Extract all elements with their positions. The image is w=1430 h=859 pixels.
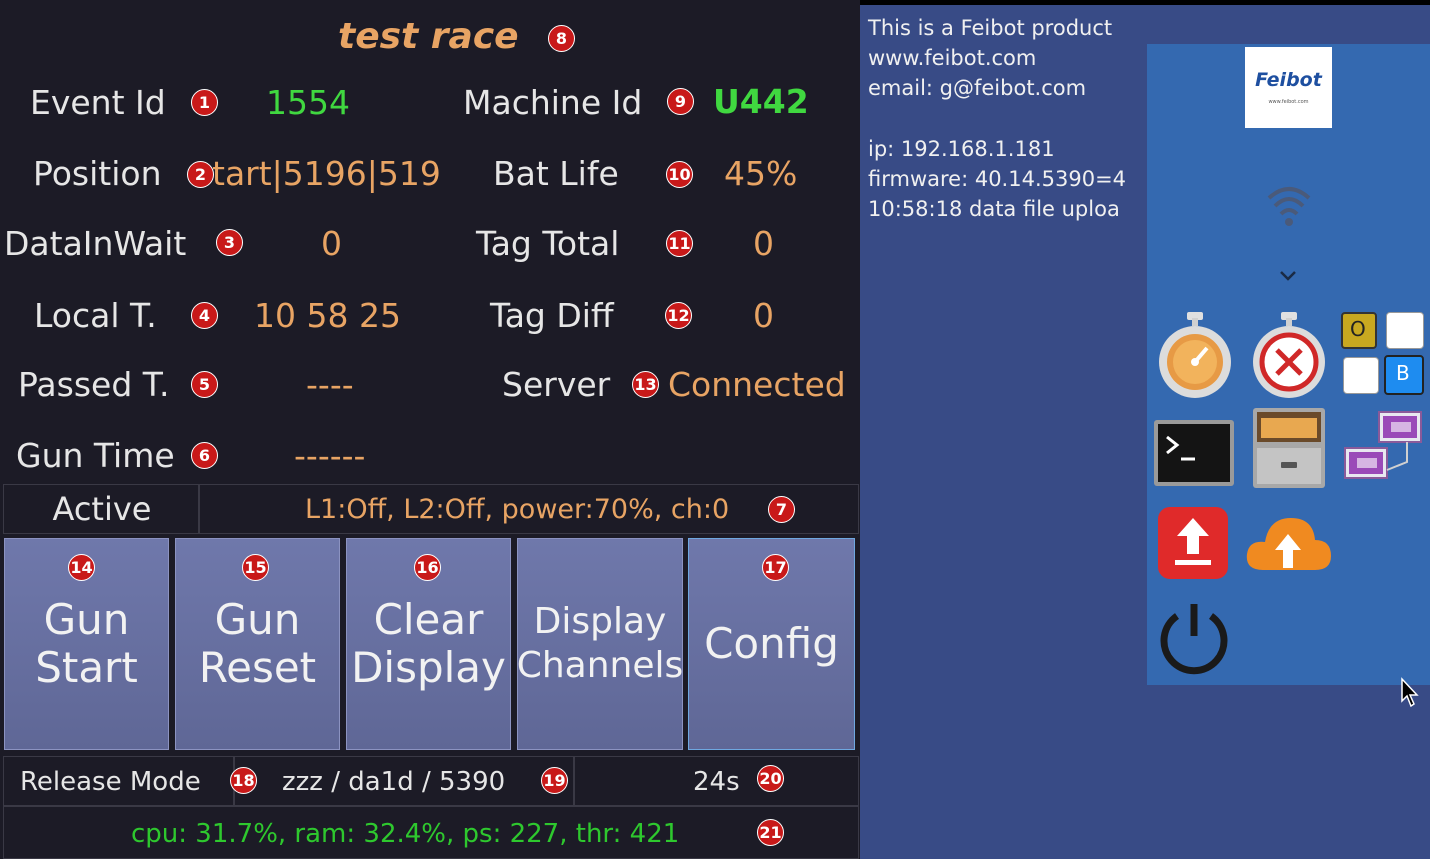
badge-12: 12 [665,302,692,329]
info-line-1: This is a Feibot product [868,16,1113,40]
data-in-wait-value: 0 [321,224,342,263]
info-ip: ip: 192.168.1.181 [868,137,1055,161]
badge-14: 14 [68,554,95,581]
upload-icon[interactable] [1157,506,1229,580]
toggle-blank-2[interactable] [1343,357,1379,394]
badge-21: 21 [757,819,784,846]
feibot-logo: Feibot www.feibot.com [1245,47,1332,128]
tag-total-value: 0 [753,224,774,263]
badge-11: 11 [666,230,693,257]
badge-6: 6 [191,442,218,469]
badge-15: 15 [242,554,269,581]
event-id-value: 1554 [266,83,350,122]
wifi-icon[interactable] [1265,178,1313,234]
reader-status-box: L1:Off, L2:Off, power:70%, ch:0 [199,484,859,534]
gun-reset-line1: Gun [214,595,301,644]
bat-life-value: 45% [724,154,798,193]
toggle-b-button[interactable]: B [1384,355,1424,395]
data-in-wait-label: DataInWait [4,224,187,263]
tag-total-label: Tag Total [476,224,620,263]
badge-1: 1 [191,89,218,116]
power-icon[interactable] [1157,598,1231,676]
passed-time-value: ---- [306,365,354,404]
badge-7: 7 [768,496,795,523]
gun-start-line2: Start [35,643,138,692]
top-edge [860,0,1430,5]
display-channels-line1: Display [533,601,667,642]
bat-life-label: Bat Life [493,154,619,193]
event-id-label: Event Id [30,83,166,122]
cloud-upload-icon[interactable] [1243,510,1333,574]
badge-8: 8 [548,25,575,52]
info-line-2: www.feibot.com [868,46,1037,70]
countdown-text: 24s [693,767,740,797]
gun-time-value: ------ [294,436,366,475]
config-label: Config [704,619,839,668]
state-text: Active [52,490,152,528]
stopwatch-icon[interactable] [1155,308,1235,400]
race-title: test race [338,16,519,57]
countdown-box: 24s [574,756,859,806]
badge-18: 18 [230,767,257,794]
tag-diff-value: 0 [753,296,774,335]
release-mode-box: Release Mode [3,756,234,806]
badge-19: 19 [541,767,568,794]
badge-3: 3 [216,229,243,256]
machine-id-label: Machine Id [463,83,643,122]
info-upload: 10:58:18 data file uploa [868,197,1120,221]
clear-display-line1: Clear [373,595,484,644]
badge-17: 17 [762,554,789,581]
system-stats-text: cpu: 31.7%, ram: 32.4%, ps: 227, thr: 42… [131,819,680,849]
tag-diff-label: Tag Diff [490,296,614,335]
gun-time-label: Gun Time [16,436,175,475]
display-channels-button[interactable]: Display Channels [517,538,683,750]
badge-9: 9 [667,88,694,115]
version-text: zzz / da1d / 5390 [282,767,506,797]
gun-reset-line2: Reset [198,643,317,692]
local-time-value: 10 58 25 [254,296,401,335]
gun-start-line1: Gun [43,595,130,644]
file-cabinet-icon[interactable] [1251,406,1327,490]
clear-display-line2: Display [351,643,506,692]
badge-4: 4 [191,302,218,329]
info-line-3: email: g@feibot.com [868,76,1087,100]
state-box: Active [3,484,199,534]
tool-panel: Feibot www.feibot.com O B [1147,44,1430,685]
reader-status-text: L1:Off, L2:Off, power:70%, ch:0 [305,494,730,525]
version-box: zzz / da1d / 5390 [234,756,574,806]
display-channels-line2: Channels [517,645,683,686]
position-label: Position [33,154,162,193]
release-mode-text: Release Mode [20,767,201,797]
toggle-blank-1[interactable] [1386,312,1424,349]
logo-brand: Feibot [1255,69,1322,91]
machine-id-value: U442 [713,82,809,121]
server-value: Connected [668,365,846,404]
info-firmware: firmware: 40.14.5390=4 [868,167,1127,191]
toggle-o-button[interactable]: O [1341,312,1377,349]
logo-sub: www.feibot.com [1268,99,1309,105]
system-stats-box: cpu: 31.7%, ram: 32.4%, ps: 227, thr: 42… [3,806,859,859]
terminal-icon[interactable] [1153,419,1235,487]
reader-status-screen: test race Event Id 1554 Machine Id U442 … [0,0,860,859]
badge-20: 20 [757,765,784,792]
toggle-b-label: B [1396,361,1410,385]
badge-5: 5 [191,371,218,398]
position-value: tart|5196|519 [212,154,441,193]
server-label: Server [502,365,611,404]
toggle-o-label: O [1350,317,1366,341]
mouse-cursor-icon [1401,677,1419,708]
badge-10: 10 [666,161,693,188]
network-icon[interactable] [1343,410,1427,490]
stopwatch-cancel-icon[interactable] [1249,308,1329,400]
badge-13: 13 [632,371,659,398]
local-time-label: Local T. [34,296,157,335]
badge-2: 2 [187,161,214,188]
passed-time-label: Passed T. [18,365,170,404]
badge-16: 16 [414,554,441,581]
chevron-down-icon[interactable] [1279,270,1297,282]
